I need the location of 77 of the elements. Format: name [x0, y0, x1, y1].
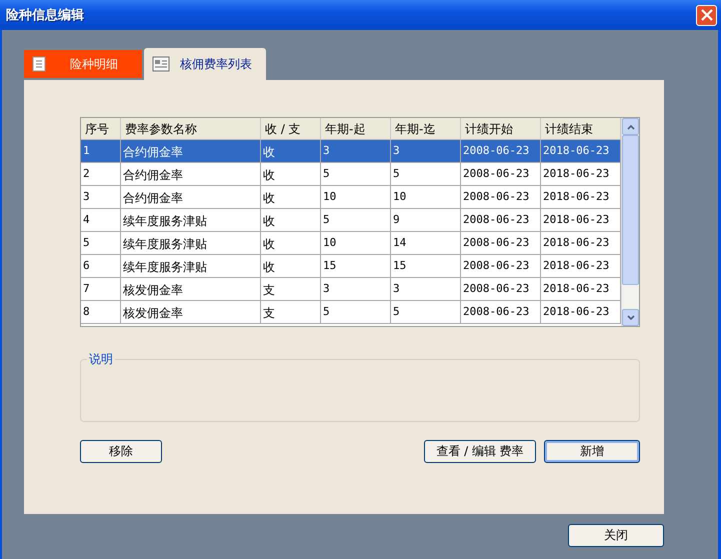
table-cell: 8 — [81, 301, 121, 323]
table-cell: 支 — [261, 278, 321, 300]
table-cell: 6 — [81, 255, 121, 277]
table-cell: 7 — [81, 278, 121, 300]
table-cell: 15 — [391, 255, 461, 277]
table-row[interactable]: 6 续年度服务津贴 收 15 15 2008-06-23 2018-06-23 — [81, 255, 621, 278]
table-cell: 1 — [81, 140, 121, 162]
table-cell: 3 — [391, 278, 461, 300]
table-cell: 9 — [391, 209, 461, 231]
table-cell: 4 — [81, 209, 121, 231]
table-cell: 核发佣金率 — [121, 278, 261, 300]
table-cell: 2008-06-23 — [461, 163, 541, 185]
table-cell: 合约佣金率 — [121, 140, 261, 162]
table-cell: 5 — [321, 301, 391, 323]
table-cell: 2008-06-23 — [461, 186, 541, 208]
close-button[interactable] — [696, 4, 717, 26]
column-header[interactable]: 收 / 支 — [261, 118, 321, 139]
table-cell: 2008-06-23 — [461, 278, 541, 300]
table-cell: 5 — [321, 163, 391, 185]
remove-button[interactable]: 移除 — [80, 440, 162, 463]
scroll-down-button[interactable] — [622, 309, 639, 326]
table-cell: 3 — [321, 140, 391, 162]
list-icon — [152, 56, 170, 72]
window-title: 险种信息编辑 — [6, 6, 84, 24]
table-cell: 收 — [261, 163, 321, 185]
table-cell: 2008-06-23 — [461, 140, 541, 162]
table-cell: 10 — [321, 186, 391, 208]
table-cell: 合约佣金率 — [121, 186, 261, 208]
table-cell: 支 — [261, 301, 321, 323]
table-row[interactable]: 3 合约佣金率 收 10 10 2008-06-23 2018-06-23 — [81, 186, 621, 209]
table-cell: 核发佣金率 — [121, 301, 261, 323]
document-icon — [32, 56, 46, 72]
table-cell: 续年度服务津贴 — [121, 232, 261, 254]
table-cell: 2008-06-23 — [461, 301, 541, 323]
table-cell: 2008-06-23 — [461, 255, 541, 277]
table-cell: 收 — [261, 186, 321, 208]
table-cell: 收 — [261, 232, 321, 254]
add-button[interactable]: 新增 — [544, 440, 640, 463]
table-row[interactable]: 1 合约佣金率 收 3 3 2008-06-23 2018-06-23 — [81, 140, 621, 163]
scroll-thumb[interactable] — [622, 135, 639, 285]
table-cell: 3 — [321, 278, 391, 300]
tab[interactable]: 核佣费率列表 — [144, 48, 266, 80]
table-cell: 15 — [321, 255, 391, 277]
table-row[interactable]: 7 核发佣金率 支 3 3 2008-06-23 2018-06-23 — [81, 278, 621, 301]
table-cell: 14 — [391, 232, 461, 254]
table-cell: 5 — [81, 232, 121, 254]
table-cell: 10 — [321, 232, 391, 254]
scrollbar[interactable] — [621, 118, 639, 326]
column-header[interactable]: 年期-起 — [321, 118, 391, 139]
column-header[interactable]: 年期-迄 — [391, 118, 461, 139]
table-cell: 收 — [261, 255, 321, 277]
table-cell: 2008-06-23 — [461, 232, 541, 254]
column-header[interactable]: 费率参数名称 — [121, 118, 261, 139]
table-cell: 收 — [261, 209, 321, 231]
table-row[interactable]: 5 续年度服务津贴 收 10 14 2008-06-23 2018-06-23 — [81, 232, 621, 255]
table-row[interactable]: 8 核发佣金率 支 5 5 2008-06-23 2018-06-23 — [81, 301, 621, 324]
scroll-up-button[interactable] — [622, 118, 639, 135]
table-cell: 收 — [261, 140, 321, 162]
table-cell: 合约佣金率 — [121, 163, 261, 185]
table-cell: 10 — [391, 186, 461, 208]
column-header[interactable]: 序号 — [81, 118, 121, 139]
close-dialog-button[interactable]: 关闭 — [568, 524, 664, 547]
table-cell: 5 — [321, 209, 391, 231]
table-cell: 5 — [391, 163, 461, 185]
description-label: 说明 — [87, 351, 115, 368]
column-header[interactable]: 计绩开始 — [461, 118, 541, 139]
table-cell: 5 — [391, 301, 461, 323]
table-cell: 续年度服务津贴 — [121, 255, 261, 277]
table-cell: 2008-06-23 — [461, 209, 541, 231]
table-cell: 3 — [81, 186, 121, 208]
table-row[interactable]: 4 续年度服务津贴 收 5 9 2008-06-23 2018-06-23 — [81, 209, 621, 232]
table-cell: 续年度服务津贴 — [121, 209, 261, 231]
table-cell: 3 — [391, 140, 461, 162]
edit-rate-button[interactable]: 查看 / 编辑 费率 — [424, 440, 536, 463]
table-row[interactable]: 2 合约佣金率 收 5 5 2008-06-23 2018-06-23 — [81, 163, 621, 186]
table-cell: 2 — [81, 163, 121, 185]
close-icon — [700, 9, 712, 21]
